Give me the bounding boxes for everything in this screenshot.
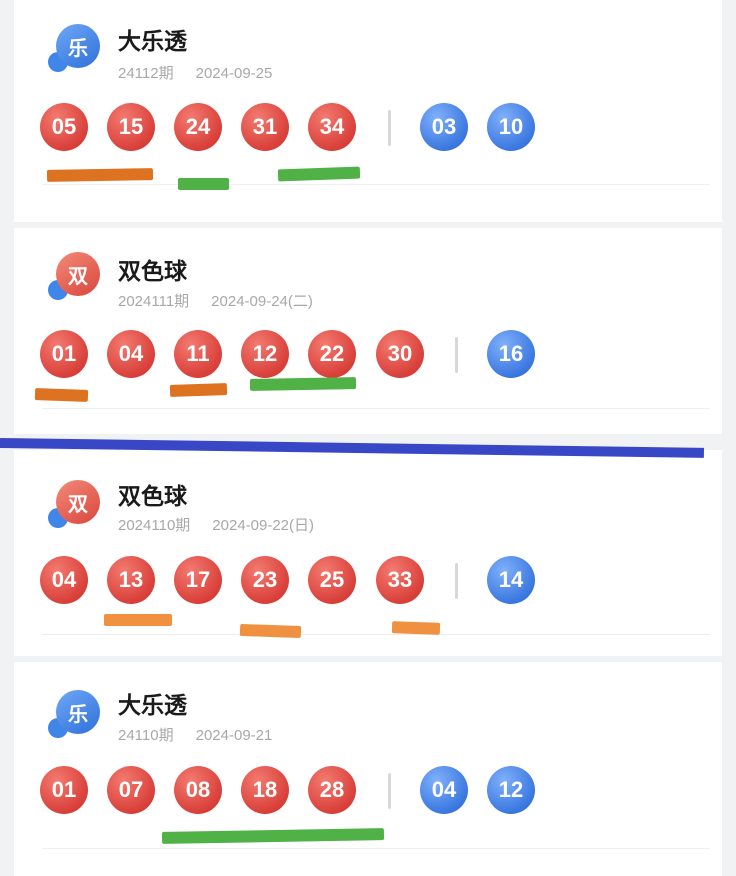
- orange-highlight-mark: [34, 388, 89, 402]
- lottery-name: 大乐透: [118, 693, 187, 719]
- blue-ball: 03: [420, 103, 468, 151]
- red-ball: 04: [40, 556, 88, 604]
- ssq-logo-icon: 双: [48, 480, 100, 532]
- draw-date: 2024-09-22(日): [212, 517, 315, 534]
- divider: [42, 408, 710, 409]
- red-ball: 11: [174, 330, 222, 378]
- lottery-name: 双色球: [118, 484, 187, 510]
- issue-number: 24112期: [118, 65, 174, 82]
- red-ball: 33: [376, 556, 424, 604]
- red-ball: 18: [241, 766, 289, 814]
- ball-separator: [388, 110, 391, 146]
- orange-highlight-mark: [169, 383, 228, 397]
- draw-meta: 24110期 2024-09-21: [118, 724, 294, 745]
- red-ball: 12: [241, 330, 289, 378]
- issue-number: 2024110期: [118, 517, 191, 534]
- ball-separator: [388, 773, 391, 809]
- orange-highlight-mark: [239, 623, 302, 639]
- draw-card-dlt-24112[interactable]: 乐 大乐透 24112期 2024-09-25 05 15 24 31 34 03…: [14, 0, 722, 222]
- divider: [42, 848, 710, 849]
- blue-ball: 04: [420, 766, 468, 814]
- ssq-logo-icon: 双: [48, 252, 100, 304]
- orange-highlight-mark: [104, 614, 172, 626]
- draw-date: 2024-09-21: [195, 727, 273, 744]
- red-ball: 23: [241, 556, 289, 604]
- red-ball: 01: [40, 330, 88, 378]
- draw-date: 2024-09-25: [195, 65, 273, 82]
- divider: [42, 184, 710, 185]
- lottery-name: 双色球: [118, 259, 187, 285]
- blue-ball: 14: [487, 556, 535, 604]
- blue-ball: 10: [487, 103, 535, 151]
- lottery-name: 大乐透: [118, 29, 187, 55]
- red-ball: 30: [376, 330, 424, 378]
- red-ball: 31: [241, 103, 289, 151]
- draw-card-ssq-2024111[interactable]: 双 双色球 2024111期 2024-09-24(二) 01 04 11 12 …: [14, 228, 722, 434]
- red-ball: 07: [107, 766, 155, 814]
- ball-separator: [455, 337, 458, 373]
- draw-meta: 24112期 2024-09-25: [118, 62, 294, 83]
- orange-highlight-mark: [391, 621, 441, 635]
- red-ball: 04: [107, 330, 155, 378]
- red-ball: 13: [107, 556, 155, 604]
- divider: [42, 634, 710, 635]
- orange-highlight-mark: [46, 168, 154, 182]
- blue-ball: 12: [487, 766, 535, 814]
- draw-date: 2024-09-24(二): [211, 293, 313, 310]
- blue-ball: 16: [487, 330, 535, 378]
- red-ball: 28: [308, 766, 356, 814]
- red-ball: 15: [107, 103, 155, 151]
- red-ball: 22: [308, 330, 356, 378]
- red-ball: 01: [40, 766, 88, 814]
- issue-number: 2024111期: [118, 293, 190, 310]
- draw-meta: 2024111期 2024-09-24(二): [118, 290, 335, 311]
- dlt-logo-icon: 乐: [48, 24, 100, 76]
- green-highlight-mark: [249, 377, 357, 391]
- ball-separator: [455, 563, 458, 599]
- red-ball: 17: [174, 556, 222, 604]
- draw-meta: 2024110期 2024-09-22(日): [118, 514, 336, 535]
- red-ball: 05: [40, 103, 88, 151]
- red-ball: 25: [308, 556, 356, 604]
- issue-number: 24110期: [118, 727, 174, 744]
- red-ball: 08: [174, 766, 222, 814]
- red-ball: 24: [174, 103, 222, 151]
- green-highlight-mark: [178, 178, 229, 190]
- draw-card-dlt-24110[interactable]: 乐 大乐透 24110期 2024-09-21 01 07 08 18 28 04…: [14, 662, 722, 876]
- red-ball: 34: [308, 103, 356, 151]
- dlt-logo-icon: 乐: [48, 690, 100, 742]
